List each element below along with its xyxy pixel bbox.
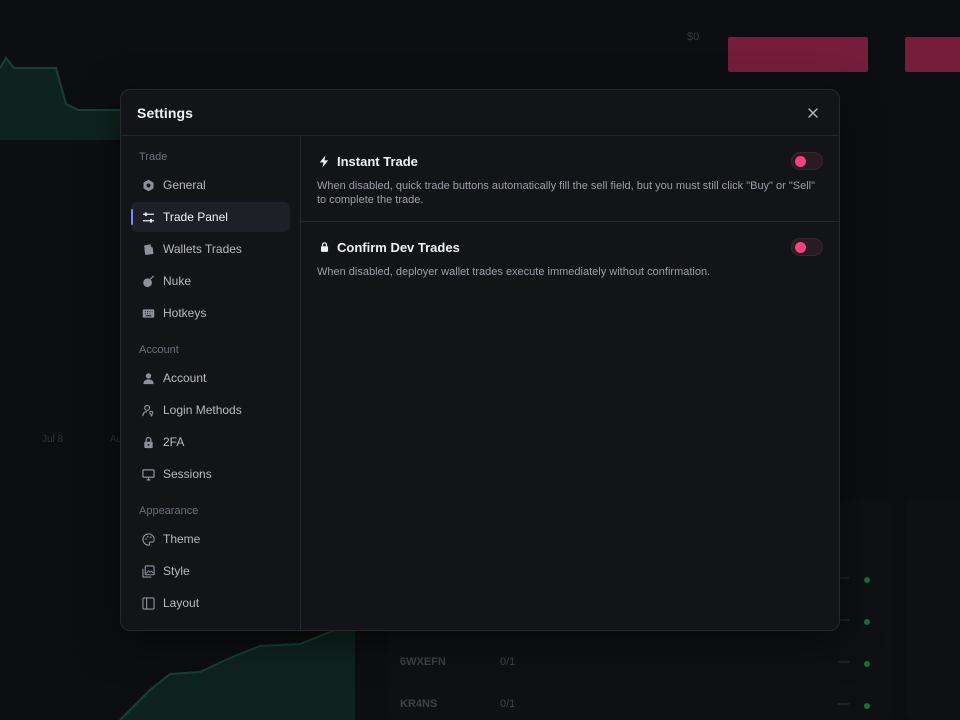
sidebar-item-label: Trade Panel [163, 210, 228, 224]
user-key-icon [141, 403, 155, 417]
sidebar-item-label: Login Methods [163, 403, 242, 417]
close-button[interactable] [803, 103, 823, 123]
sidebar-item-account[interactable]: Account [131, 363, 290, 393]
sidebar-item-label: Layout [163, 596, 200, 610]
setting-confirm-dev-trades: Confirm Dev Trades When disabled, deploy… [301, 222, 839, 293]
sidebar-item-label: General [163, 178, 206, 192]
instant-trade-toggle[interactable] [791, 152, 823, 170]
sidebar-item-label: Wallets Trades [163, 242, 242, 256]
sidebar-item-label: Nuke [163, 274, 192, 288]
setting-description: When disabled, deployer wallet trades ex… [317, 266, 711, 278]
close-icon [808, 107, 818, 118]
settings-sidebar: Trade General Trade Panel Wallets Trades [121, 136, 301, 630]
setting-title: Confirm Dev Trades [337, 239, 460, 255]
section-label-appearance: Appearance [139, 505, 199, 517]
sidebar-item-label: 2FA [163, 435, 185, 449]
sidebar-item-trade-panel[interactable]: Trade Panel [131, 202, 290, 232]
hexagon-gear-icon [141, 178, 155, 192]
sidebar-item-general[interactable]: General [131, 170, 290, 200]
sidebar-item-label: Account [163, 371, 207, 385]
sidebar-item-nuke[interactable]: Nuke [131, 266, 290, 296]
section-label-trade: Trade [139, 151, 168, 163]
trade-panel-settings: Instant Trade When disabled, quick trade… [301, 136, 839, 630]
user-icon [141, 371, 155, 385]
sidebar-item-style[interactable]: Style [131, 556, 290, 586]
bomb-icon [141, 274, 155, 288]
settings-modal: Settings Trade General Trade Panel Walle… [120, 89, 840, 631]
keyboard-icon [141, 306, 155, 320]
sidebar-item-sessions[interactable]: Sessions [131, 459, 290, 489]
sidebar-item-wallets-trades[interactable]: Wallets Trades [131, 234, 290, 264]
confirm-dev-trades-toggle[interactable] [791, 238, 823, 256]
modal-title: Settings [137, 104, 194, 121]
lock-icon [141, 435, 155, 449]
sidebar-item-2fa[interactable]: 2FA [131, 427, 290, 457]
layout-icon [141, 596, 155, 610]
image-stack-icon [141, 564, 155, 578]
sidebar-item-login-methods[interactable]: Login Methods [131, 395, 290, 425]
setting-title: Instant Trade [337, 153, 418, 169]
setting-description: When disabled, quick trade buttons autom… [317, 180, 816, 206]
section-label-account: Account [139, 344, 179, 356]
lightning-icon [317, 154, 331, 168]
sidebar-item-layout[interactable]: Layout [131, 588, 290, 618]
sidebar-item-label: Hotkeys [163, 306, 207, 320]
palette-icon [141, 532, 155, 546]
lock-icon [317, 240, 331, 254]
sidebar-item-hotkeys[interactable]: Hotkeys [131, 298, 290, 328]
sidebar-item-label: Style [163, 564, 190, 578]
sidebar-item-label: Sessions [163, 467, 212, 481]
setting-instant-trade: Instant Trade When disabled, quick trade… [301, 136, 839, 222]
modal-header: Settings [121, 90, 839, 136]
monitor-icon [141, 467, 155, 481]
sidebar-item-theme[interactable]: Theme [131, 524, 290, 554]
wallet-cards-icon [141, 242, 155, 256]
sliders-icon [141, 210, 155, 224]
sidebar-item-label: Theme [163, 532, 201, 546]
